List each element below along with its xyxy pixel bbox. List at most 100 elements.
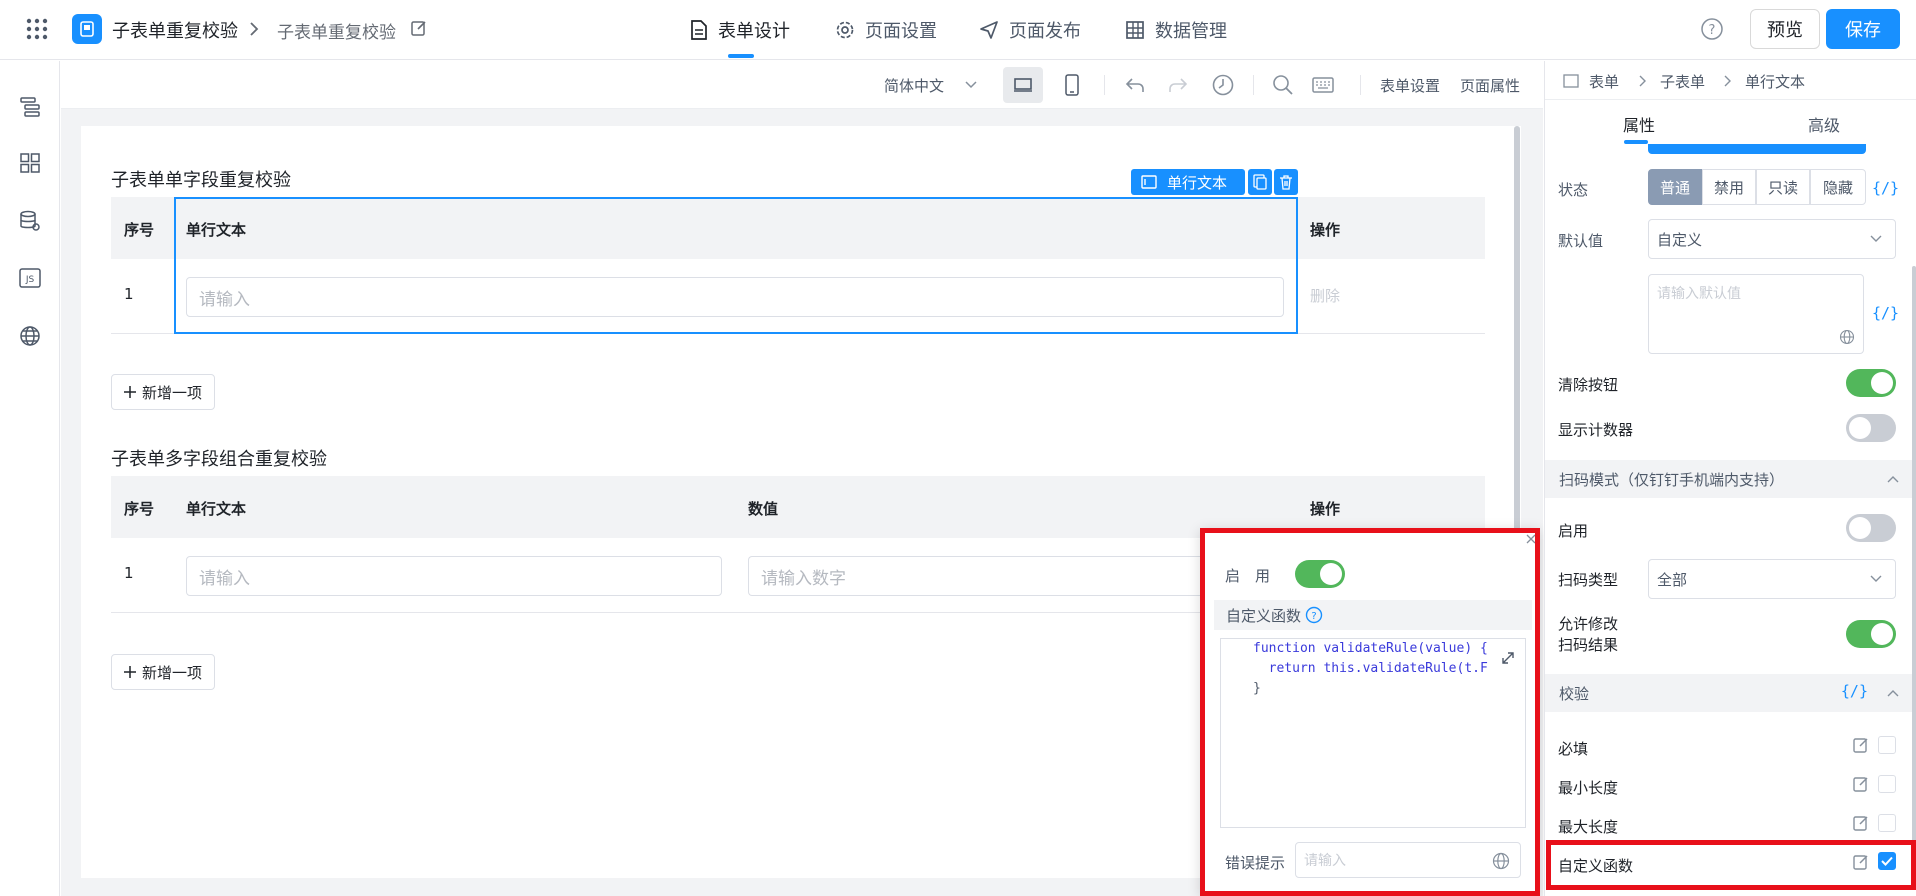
form-settings-link[interactable]: 表单设置 — [1380, 61, 1440, 109]
default-value-textarea[interactable]: 请输入默认值 — [1648, 274, 1864, 354]
toolbar-divider — [1360, 75, 1361, 95]
tab-properties[interactable]: 属性 — [1623, 112, 1655, 136]
column-header: 单行文本 — [186, 500, 247, 518]
rule-required-checkbox[interactable] — [1878, 736, 1896, 754]
validation-section-header[interactable]: 校验 {/} — [1545, 674, 1916, 712]
search-icon[interactable] — [1272, 74, 1294, 96]
chevron-right-icon — [247, 19, 261, 39]
edit-icon[interactable] — [1852, 736, 1870, 754]
edit-icon[interactable] — [1852, 814, 1870, 832]
chevron-up-icon[interactable] — [1886, 688, 1900, 698]
divider — [1545, 99, 1916, 100]
delete-row-link[interactable]: 删除 — [1310, 285, 1340, 306]
column-header: 序号 — [124, 500, 155, 518]
redo-icon[interactable] — [1167, 75, 1189, 95]
status-normal-option[interactable]: 普通 — [1648, 169, 1702, 205]
subform-title: 子表单单字段重复校验 — [111, 170, 291, 191]
chevron-down-icon — [1869, 574, 1883, 584]
scan-enable-label: 启用 — [1558, 522, 1589, 540]
app-title[interactable]: 子表单重复校验 — [112, 17, 238, 43]
breadcrumb-item[interactable]: 单行文本 — [1745, 71, 1805, 92]
tab-advanced[interactable]: 高级 — [1808, 112, 1840, 136]
js-icon[interactable]: JS — [15, 263, 45, 293]
save-button[interactable]: 保存 — [1826, 9, 1900, 49]
field-tag-label: 单行文本 — [1167, 173, 1228, 192]
text-input[interactable]: 请输入 — [186, 556, 722, 596]
help-icon[interactable]: ? — [1700, 17, 1724, 41]
subform-title: 子表单多字段组合重复校验 — [111, 449, 327, 470]
tab-data-management[interactable]: 数据管理 — [1125, 16, 1227, 44]
rule-min-length-label: 最小长度 — [1558, 779, 1619, 797]
add-row-button[interactable]: 新增一项 — [111, 374, 216, 410]
variable-binding-button[interactable]: {/} — [1841, 682, 1868, 700]
active-tab-indicator — [728, 54, 754, 58]
rule-max-length-checkbox[interactable] — [1878, 814, 1896, 832]
chevron-down-icon — [964, 80, 978, 90]
custom-function-highlight-box — [1546, 840, 1916, 890]
globe-icon[interactable] — [1839, 329, 1855, 345]
gear-icon — [835, 20, 855, 40]
desktop-view-icon[interactable] — [1003, 67, 1043, 103]
add-row-label: 新增一项 — [142, 383, 203, 402]
svg-text:JS: JS — [25, 275, 35, 285]
scan-type-select[interactable]: 全部 — [1648, 559, 1896, 599]
rule-min-length-checkbox[interactable] — [1878, 775, 1896, 793]
text-field-icon — [1141, 175, 1157, 189]
edit-icon[interactable] — [1852, 775, 1870, 793]
data-source-icon[interactable] — [15, 206, 45, 236]
undo-icon[interactable] — [1124, 75, 1146, 95]
select-value: 自定义 — [1657, 230, 1703, 249]
breadcrumb-item[interactable]: 表单 — [1589, 71, 1619, 92]
scan-enable-toggle[interactable] — [1846, 514, 1896, 542]
status-readonly-option[interactable]: 只读 — [1756, 169, 1810, 205]
column-header: 操作 — [1310, 500, 1341, 518]
panel-scrollbar[interactable] — [1912, 266, 1916, 886]
preview-button[interactable]: 预览 — [1750, 9, 1820, 49]
variable-binding-button[interactable]: {/} — [1872, 304, 1899, 322]
status-disabled-option[interactable]: 禁用 — [1702, 169, 1756, 205]
scan-type-label: 扫码类型 — [1558, 571, 1619, 589]
selected-field-tag[interactable]: 单行文本 — [1131, 169, 1245, 195]
allow-edit-toggle[interactable] — [1846, 620, 1896, 648]
default-value-mode-select[interactable]: 自定义 — [1648, 219, 1896, 259]
language-select[interactable]: 简体中文 — [884, 61, 978, 109]
app-grid-icon[interactable] — [26, 18, 48, 40]
status-hidden-option[interactable]: 隐藏 — [1810, 169, 1866, 205]
chevron-up-icon[interactable] — [1886, 474, 1900, 484]
tab-page-publish[interactable]: 页面发布 — [979, 16, 1081, 44]
rule-max-length-label: 最大长度 — [1558, 818, 1619, 836]
globe-icon[interactable] — [15, 321, 45, 351]
trash-icon[interactable] — [1274, 169, 1298, 195]
select-value: 全部 — [1657, 570, 1688, 589]
copy-icon[interactable] — [1248, 169, 1272, 195]
left-rail — [0, 61, 60, 896]
row-divider — [111, 612, 1200, 613]
mobile-view-icon[interactable] — [1064, 74, 1080, 96]
number-input[interactable]: 请输入数字 — [748, 556, 1200, 596]
row-index: 1 — [124, 285, 134, 303]
add-row-button[interactable]: 新增一项 — [111, 654, 216, 690]
selected-column-frame[interactable] — [174, 197, 1298, 334]
edit-icon[interactable] — [410, 19, 428, 37]
input-placeholder: 请输入 — [199, 568, 250, 589]
keyboard-icon[interactable] — [1312, 76, 1334, 94]
tab-page-settings[interactable]: 页面设置 — [835, 16, 937, 44]
input-placeholder: 请输入默认值 — [1657, 286, 1741, 302]
scan-mode-section-header[interactable]: 扫码模式（仅钉钉手机端内支持） — [1545, 460, 1916, 498]
allow-edit-label: 允许修改扫码结果 — [1558, 615, 1619, 654]
column-header: 序号 — [124, 221, 155, 239]
column-header: 数值 — [748, 500, 779, 518]
breadcrumb-item[interactable]: 子表单 — [1660, 71, 1705, 92]
history-icon[interactable] — [1211, 73, 1235, 97]
clear-button-toggle[interactable] — [1846, 369, 1896, 397]
toolbar-divider — [1104, 75, 1105, 95]
outline-icon[interactable] — [15, 92, 45, 122]
table-icon — [1125, 20, 1145, 40]
tab-form-design[interactable]: 表单设计 — [690, 16, 790, 44]
show-counter-toggle[interactable] — [1846, 414, 1896, 442]
components-icon[interactable] — [15, 148, 45, 178]
app-logo-icon — [72, 14, 102, 44]
page-properties-link[interactable]: 页面属性 — [1460, 61, 1520, 109]
toolbar-divider — [1253, 75, 1254, 95]
variable-binding-button[interactable]: {/} — [1872, 179, 1899, 197]
